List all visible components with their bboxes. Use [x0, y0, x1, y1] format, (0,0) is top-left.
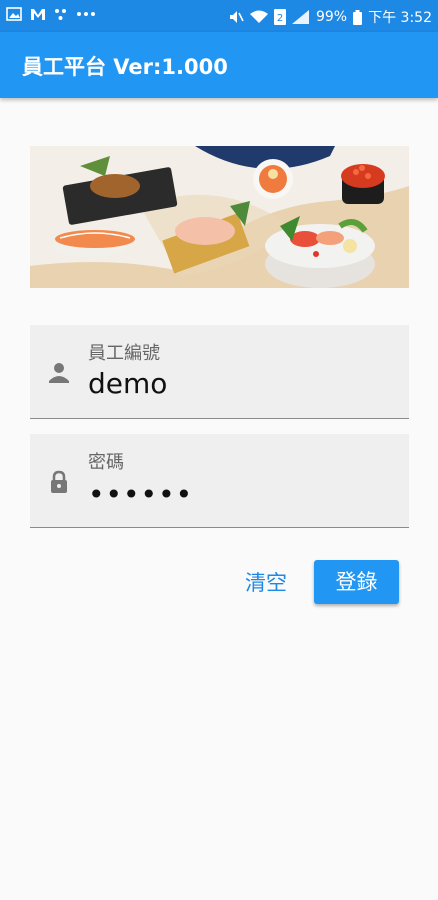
employee-id-input[interactable]: demo — [88, 367, 167, 400]
wifi-icon — [249, 10, 268, 24]
svg-text:2: 2 — [277, 13, 283, 24]
mute-icon — [228, 9, 244, 25]
signal-icon — [291, 10, 310, 24]
mail-icon — [30, 7, 46, 21]
password-label: 密碼 — [88, 452, 124, 473]
sushi-banner-image — [30, 146, 409, 288]
battery-percent: 99% — [315, 9, 348, 25]
more-icon — [76, 11, 96, 17]
employee-id-field[interactable]: 員工編號 demo — [30, 325, 409, 419]
person-icon — [48, 361, 70, 385]
clear-button[interactable]: 清空 — [232, 562, 300, 604]
battery-icon — [353, 9, 363, 25]
status-bar: 2 99% 下午 3:52 — [0, 0, 438, 32]
password-input[interactable]: •••••• — [88, 478, 193, 511]
dots-icon — [54, 7, 68, 21]
app-bar: 員工平台 Ver:1.000 — [0, 32, 438, 98]
image-icon — [6, 7, 22, 21]
clock: 下午 3:52 — [368, 10, 432, 26]
password-field[interactable]: 密碼 •••••• — [30, 434, 409, 528]
app-title: 員工平台 Ver:1.000 — [22, 55, 228, 79]
login-button[interactable]: 登錄 — [314, 560, 399, 604]
lock-icon — [48, 470, 70, 494]
employee-id-label: 員工編號 — [88, 343, 160, 364]
sim-icon: 2 — [273, 9, 286, 25]
